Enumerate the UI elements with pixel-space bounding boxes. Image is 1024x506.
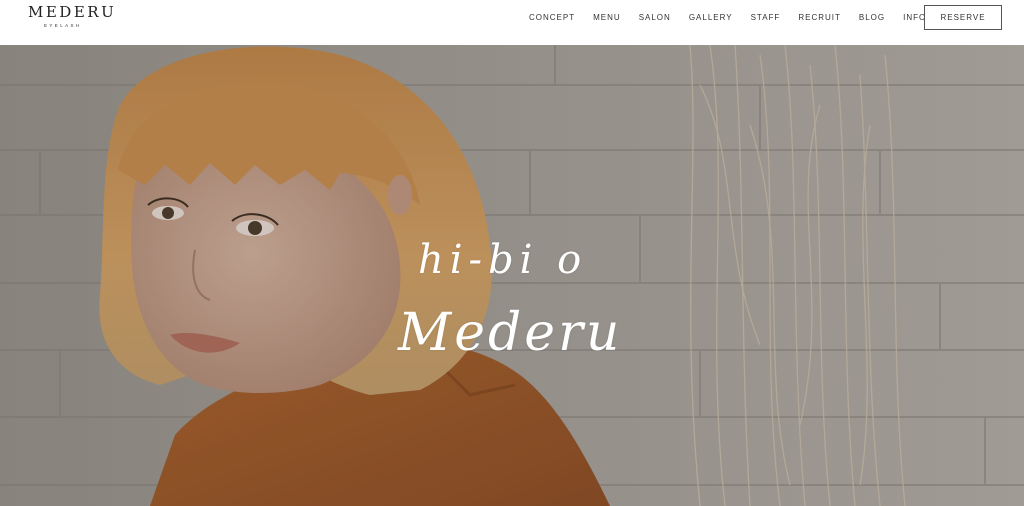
nav-item-info[interactable]: INFO bbox=[903, 13, 926, 22]
nav-item-concept[interactable]: CONCEPT bbox=[529, 13, 575, 22]
reserve-button[interactable]: RESERVE bbox=[924, 5, 1002, 30]
nav-item-salon[interactable]: SALON bbox=[639, 13, 671, 22]
nav-item-recruit[interactable]: RECRUIT bbox=[798, 13, 841, 22]
hero-section: hi-bi o Mederu bbox=[0, 45, 1024, 506]
main-nav: CONCEPT MENU SALON GALLERY STAFF RECRUIT… bbox=[520, 0, 935, 35]
nav-item-staff[interactable]: STAFF bbox=[751, 13, 781, 22]
brand-logo[interactable]: MEDERU EYELASH bbox=[28, 3, 117, 34]
site-header: MEDERU EYELASH CONCEPT MENU SALON GALLER… bbox=[0, 0, 1024, 45]
nav-item-menu[interactable]: MENU bbox=[593, 13, 621, 22]
hero-image bbox=[0, 45, 1024, 506]
brand-subtitle: EYELASH bbox=[44, 23, 82, 28]
brand-name: MEDERU bbox=[28, 3, 117, 21]
nav-item-gallery[interactable]: GALLERY bbox=[689, 13, 733, 22]
nav-item-blog[interactable]: BLOG bbox=[859, 13, 885, 22]
